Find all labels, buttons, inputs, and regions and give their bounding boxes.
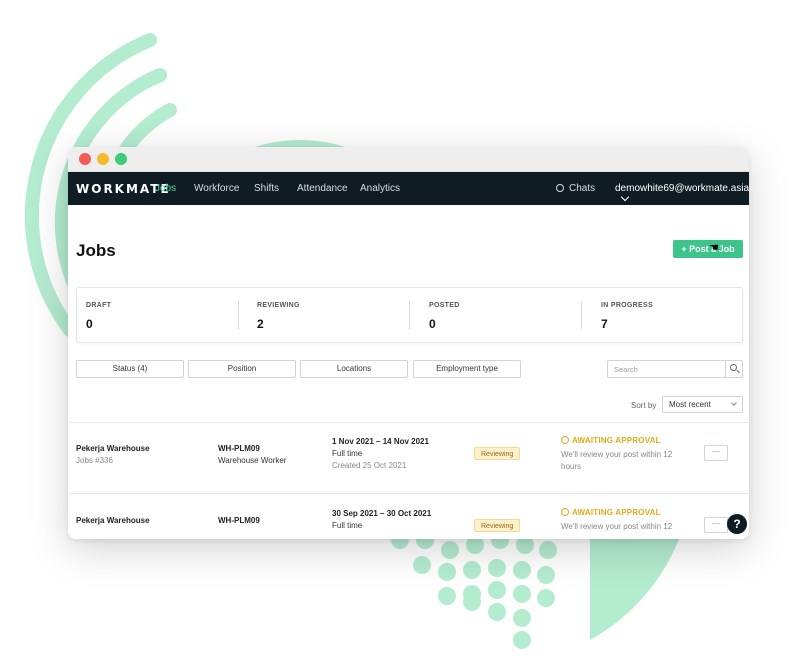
stat-label: DRAFT xyxy=(86,302,112,309)
stat-label: POSTED xyxy=(429,302,460,309)
job-row[interactable]: Pekerja Warehouse WH-PLM09 30 Sep 2021 –… xyxy=(68,494,749,539)
account-menu[interactable]: demowhite69@workmate.asia xyxy=(615,183,749,205)
clock-icon xyxy=(561,436,569,444)
approval-status: AWAITING APPROVAL xyxy=(561,508,661,517)
stat-label: REVIEWING xyxy=(257,302,300,309)
status-badge: Reviewing xyxy=(474,447,521,460)
page-stage: WORKMATE Jobs Workforce Shifts Attendanc… xyxy=(0,0,800,665)
job-employment: Full time xyxy=(332,521,363,530)
more-options-button[interactable]: ··· xyxy=(704,445,728,461)
chevron-down-icon xyxy=(731,400,737,406)
review-note: We'll review your post within 12 hours xyxy=(561,450,673,471)
approval-status: AWAITING APPROVAL xyxy=(561,436,661,445)
search-input[interactable]: Search xyxy=(607,360,743,378)
job-employment: Full time xyxy=(332,449,363,458)
stat-divider xyxy=(409,301,410,329)
job-dates: 1 Nov 2021 – 14 Nov 2021 xyxy=(332,437,429,446)
account-email: demowhite69@workmate.asia xyxy=(615,183,749,194)
minimize-window-dot[interactable] xyxy=(97,153,109,165)
job-code: WH-PLM09 xyxy=(218,444,260,453)
clock-icon xyxy=(561,508,569,516)
nav-jobs[interactable]: Jobs xyxy=(155,183,176,194)
position-filter[interactable]: Position xyxy=(188,360,296,378)
chat-bubble-icon xyxy=(556,184,564,192)
top-navbar: WORKMATE Jobs Workforce Shifts Attendanc… xyxy=(68,172,749,205)
sort-select[interactable]: Most recent xyxy=(662,396,743,413)
job-location: Pekerja Warehouse xyxy=(76,444,150,453)
stat-value: 0 xyxy=(86,317,93,331)
sort-label: Sort by xyxy=(631,401,657,410)
sort-value: Most recent xyxy=(669,400,711,409)
nav-workforce[interactable]: Workforce xyxy=(194,183,239,194)
nav-shifts[interactable]: Shifts xyxy=(254,183,279,194)
status-badge: Reviewing xyxy=(474,519,521,532)
job-dates: 30 Sep 2021 – 30 Oct 2021 xyxy=(332,509,432,518)
page-title: Jobs xyxy=(76,241,116,260)
status-filter[interactable]: Status (4) xyxy=(76,360,184,378)
locations-filter[interactable]: Locations xyxy=(300,360,408,378)
job-location: Pekerja Warehouse xyxy=(76,516,150,525)
window-titlebar xyxy=(68,147,749,172)
review-note: We'll review your post within 12 xyxy=(561,522,673,531)
maximize-window-dot[interactable] xyxy=(115,153,127,165)
chats-link[interactable]: Chats xyxy=(556,183,595,194)
approval-label: AWAITING APPROVAL xyxy=(572,508,661,517)
search-icon-handle xyxy=(736,369,740,374)
job-created: Created 25 Oct 2021 xyxy=(332,461,407,470)
stat-divider xyxy=(238,301,239,329)
post-job-button[interactable]: + Post a Job xyxy=(673,240,743,258)
chats-label: Chats xyxy=(569,183,596,194)
stat-label: IN PROGRESS xyxy=(601,302,653,309)
job-number: Jobs #336 xyxy=(76,456,113,465)
search-placeholder: Search xyxy=(614,365,638,374)
hand-cursor-icon: ☚ xyxy=(709,242,719,254)
nav-attendance[interactable]: Attendance xyxy=(297,183,348,194)
approval-label: AWAITING APPROVAL xyxy=(572,436,661,445)
nav-analytics[interactable]: Analytics xyxy=(360,183,400,194)
job-code: WH-PLM09 xyxy=(218,516,260,525)
browser-window: WORKMATE Jobs Workforce Shifts Attendanc… xyxy=(68,147,749,539)
deco-dot-grid xyxy=(391,531,557,649)
job-row[interactable]: Pekerja Warehouse Jobs #336 WH-PLM09 War… xyxy=(68,423,749,503)
job-position: Warehouse Worker xyxy=(218,456,287,465)
stat-value: 0 xyxy=(429,317,436,331)
close-window-dot[interactable] xyxy=(79,153,91,165)
stat-value: 7 xyxy=(601,317,608,331)
chevron-down-icon xyxy=(620,192,630,202)
search-button[interactable] xyxy=(725,361,742,377)
more-options-button[interactable]: ··· xyxy=(704,517,728,533)
job-stats-panel: DRAFT 0 REVIEWING 2 POSTED 0 IN PROGRESS… xyxy=(76,287,743,343)
help-button[interactable]: ? xyxy=(727,514,747,534)
employment-type-filter[interactable]: Employment type xyxy=(413,360,521,378)
stat-divider xyxy=(581,301,582,329)
stat-value: 2 xyxy=(257,317,264,331)
jobs-page: Jobs + Post a Job ☚ DRAFT 0 REVIEWING 2 … xyxy=(68,205,749,539)
